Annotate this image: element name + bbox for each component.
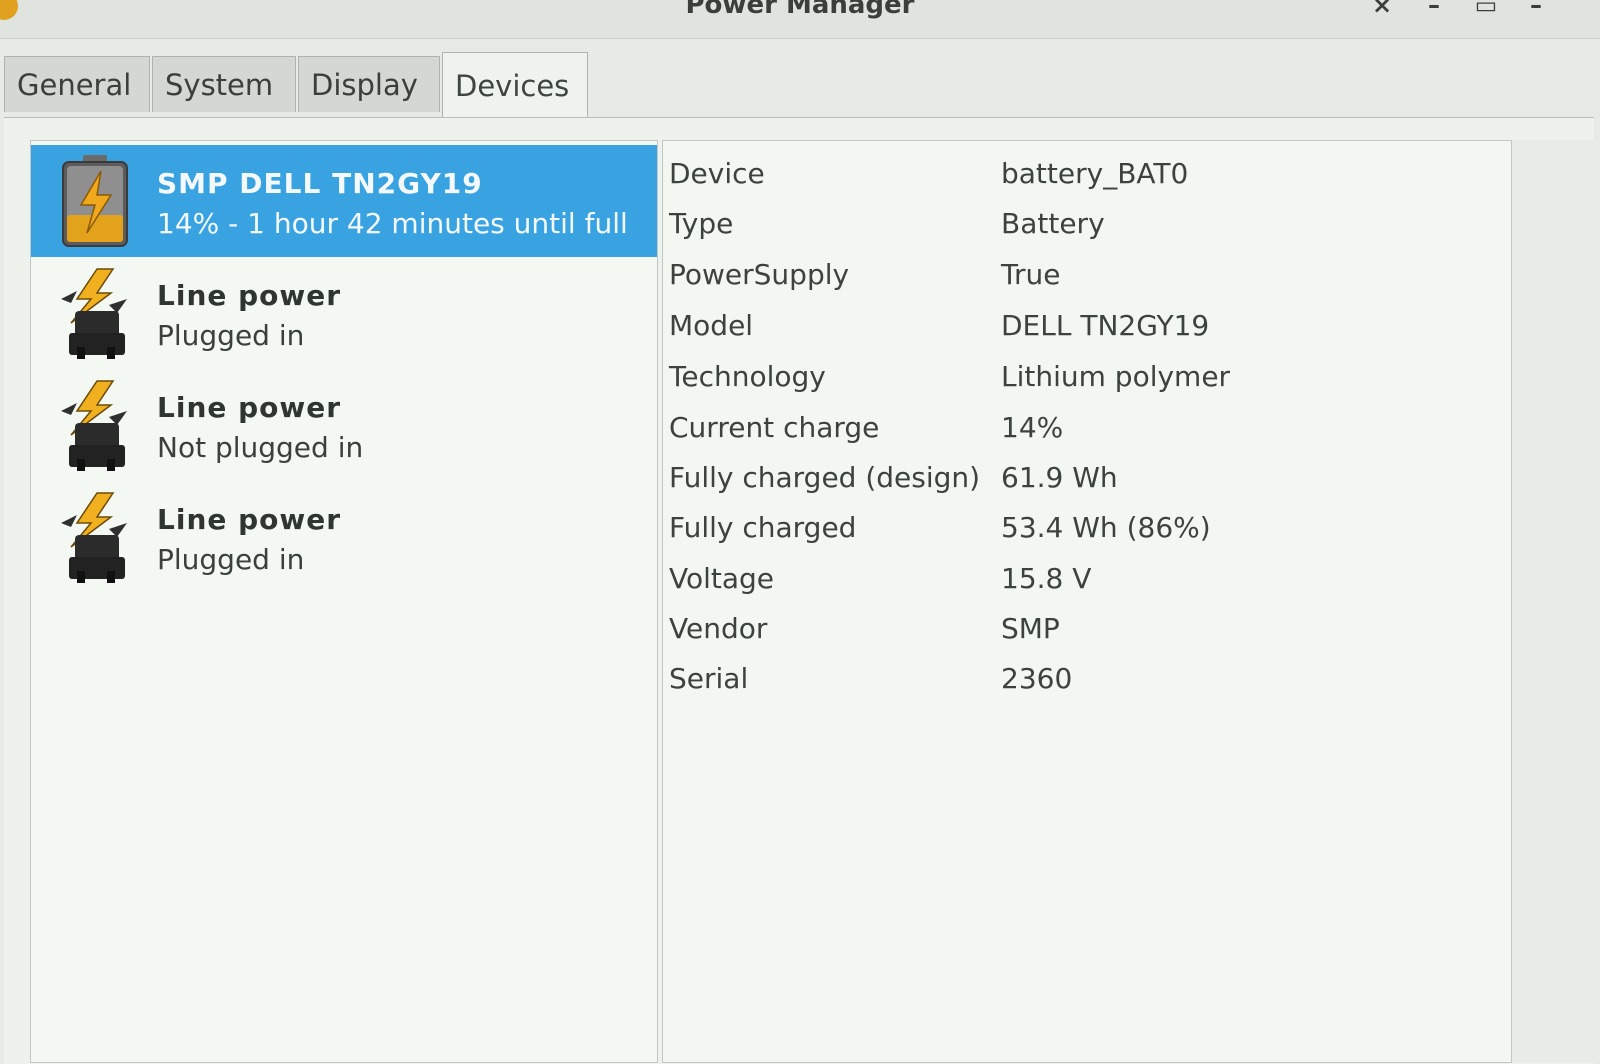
detail-row-current-charge: Current charge 14% — [663, 403, 1511, 453]
device-item-line-power-1[interactable]: Line power Plugged in — [31, 257, 657, 369]
detail-row-technology: Technology Lithium polymer — [663, 352, 1511, 402]
detail-value: SMP — [1001, 612, 1060, 645]
device-item-line-power-3[interactable]: Line power Plugged in — [31, 481, 657, 593]
tab-system[interactable]: System — [152, 56, 296, 112]
tab-display[interactable]: Display — [298, 56, 440, 112]
detail-value: Battery — [1001, 207, 1105, 240]
window-title: Power Manager — [685, 0, 915, 20]
detail-key: Current charge — [669, 411, 880, 444]
detail-value: 61.9 Wh — [1001, 461, 1118, 494]
detail-row-serial: Serial 2360 — [663, 654, 1511, 704]
detail-row-fully-charged: Fully charged 53.4 Wh (86%) — [663, 503, 1511, 553]
minimize-icon[interactable]: – — [1420, 0, 1448, 17]
detail-value: 15.8 V — [1001, 562, 1092, 595]
detail-key: PowerSupply — [669, 258, 850, 291]
device-item-line-power-2[interactable]: Line power Not plugged in — [31, 369, 657, 481]
detail-row-fully-charged-design: Fully charged (design) 61.9 Wh — [663, 453, 1511, 503]
power-manager-window: Power Manager × – ▭ – General System Dis… — [0, 0, 1600, 1064]
tab-bar: General System Display Devices — [0, 50, 1600, 118]
detail-row-model: Model DELL TN2GY19 — [663, 301, 1511, 351]
device-name: Line power — [157, 391, 342, 424]
detail-key: Serial — [669, 662, 749, 695]
ac-adapter-icon — [61, 380, 127, 471]
tab-general[interactable]: General — [4, 56, 150, 112]
tab-devices[interactable]: Devices — [442, 52, 588, 118]
detail-value: Lithium polymer — [1001, 360, 1231, 393]
detail-row-voltage: Voltage 15.8 V — [663, 554, 1511, 604]
detail-key: Device — [669, 157, 765, 190]
title-bar[interactable]: Power Manager × – ▭ – — [0, 0, 1600, 39]
detail-value: battery_BAT0 — [1001, 157, 1189, 190]
shade-icon[interactable]: – — [1522, 0, 1550, 17]
detail-key: Type — [669, 207, 734, 240]
battery-charging-icon — [62, 155, 128, 247]
device-item-battery[interactable]: SMP DELL TN2GY19 14% - 1 hour 42 minutes… — [31, 145, 657, 257]
detail-value: 14% — [1001, 411, 1064, 444]
detail-key: Fully charged (design) — [669, 461, 981, 494]
device-list[interactable]: SMP DELL TN2GY19 14% - 1 hour 42 minutes… — [30, 140, 658, 1063]
detail-key: Voltage — [669, 562, 775, 595]
device-status: Not plugged in — [157, 431, 364, 464]
detail-key: Fully charged — [669, 511, 857, 544]
maximize-icon[interactable]: ▭ — [1472, 0, 1500, 17]
device-status: 14% - 1 hour 42 minutes until full — [157, 207, 628, 240]
detail-row-vendor: Vendor SMP — [663, 604, 1511, 654]
detail-row-type: Type Battery — [663, 199, 1511, 249]
detail-row-device: Device battery_BAT0 — [663, 149, 1511, 199]
device-details-table: Device battery_BAT0 Type Battery PowerSu… — [662, 140, 1512, 1063]
detail-key: Technology — [669, 360, 826, 393]
detail-row-powersupply: PowerSupply True — [663, 250, 1511, 300]
device-status: Plugged in — [157, 319, 305, 352]
detail-value: DELL TN2GY19 — [1001, 309, 1210, 342]
device-name: Line power — [157, 503, 342, 536]
detail-key: Model — [669, 309, 754, 342]
ac-adapter-icon — [61, 268, 127, 359]
detail-value: 53.4 Wh (86%) — [1001, 511, 1211, 544]
ac-adapter-icon — [61, 492, 127, 583]
detail-key: Vendor — [669, 612, 768, 645]
detail-value: 2360 — [1001, 662, 1073, 695]
device-name: SMP DELL TN2GY19 — [157, 167, 483, 200]
device-status: Plugged in — [157, 543, 305, 576]
device-name: Line power — [157, 279, 342, 312]
window-margin — [1512, 140, 1600, 1063]
close-icon[interactable]: × — [1368, 0, 1396, 17]
detail-value: True — [1001, 258, 1061, 291]
